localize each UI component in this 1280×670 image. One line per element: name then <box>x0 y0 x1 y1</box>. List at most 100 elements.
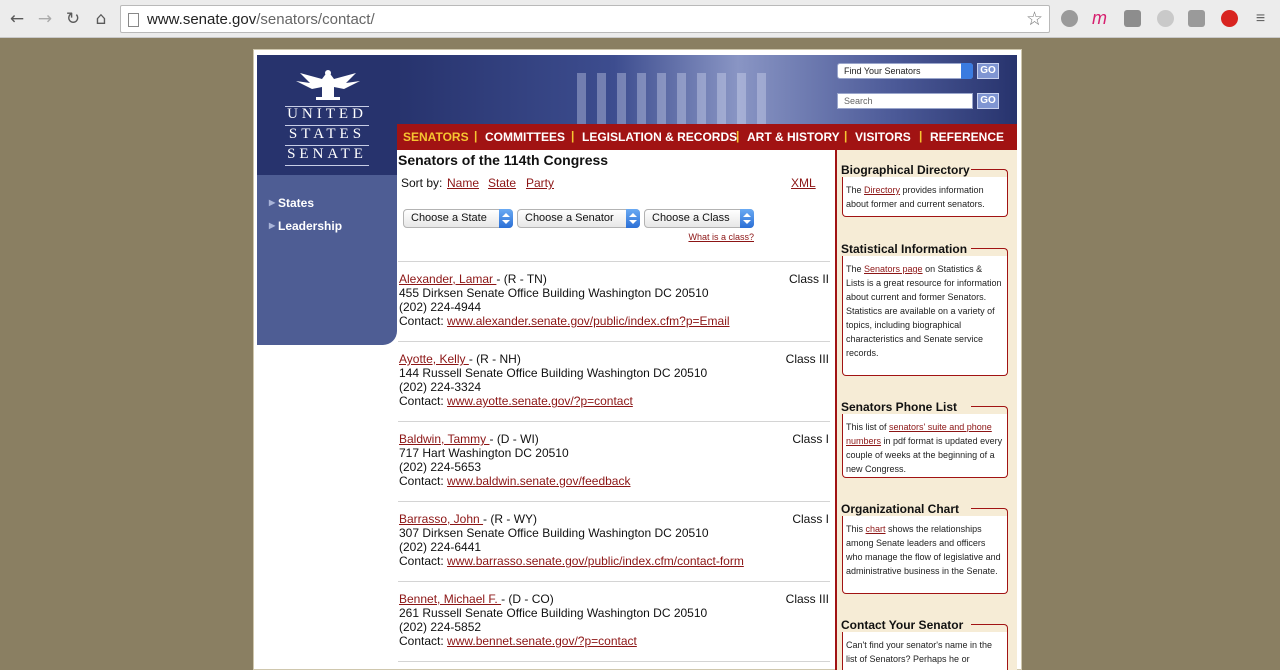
select-arrow-icon <box>626 209 640 228</box>
senator-phone: (202) 224-3324 <box>399 380 482 394</box>
extension-m-grey-icon[interactable] <box>1157 10 1174 27</box>
logo-united: UNITED <box>287 106 367 122</box>
senator-name-link[interactable]: Bennet, Michael F. <box>399 592 501 606</box>
triangle-icon: ▶ <box>269 198 276 207</box>
senator-party-state: - (D - WI) <box>489 432 539 446</box>
senator-contact-link[interactable]: www.bennet.senate.gov/?p=contact <box>447 634 637 648</box>
menu-art-history[interactable]: ART & HISTORY <box>747 130 840 144</box>
contact-label: Contact: <box>399 394 448 408</box>
senator-entry: Baldwin, Tammy - (D - WI) Class I 717 Har… <box>399 432 829 488</box>
menu-reference[interactable]: REFERENCE <box>930 130 1004 144</box>
senate-logo[interactable]: UNITED STATES SENATE <box>257 55 397 175</box>
menu-senators[interactable]: SENATORS <box>403 130 469 144</box>
main-menu: SENATORS | COMMITTEES | LEGISLATION & RE… <box>397 124 1017 150</box>
bio-directory-box: The Directory provides information about… <box>842 169 1008 217</box>
directory-link[interactable]: Directory <box>864 185 900 195</box>
column-decoration <box>757 73 766 124</box>
bookmark-star-icon[interactable]: ☆ <box>1026 8 1043 30</box>
xml-link[interactable]: XML <box>791 176 816 190</box>
menu-committees[interactable]: COMMITTEES <box>485 130 565 144</box>
senator-phone: (202) 224-5852 <box>399 620 482 634</box>
extension-opera-icon[interactable] <box>1221 10 1238 27</box>
eagle-seal-icon <box>296 70 360 100</box>
org-chart-box: This chart shows the relationships among… <box>842 508 1008 594</box>
extension-m-icon[interactable]: m <box>1091 9 1108 27</box>
contact-senator-box: Can't find your senator's name in the li… <box>842 624 1008 670</box>
senator-entry: Alexander, Lamar - (R - TN) Class II 455 … <box>399 272 829 328</box>
sidebar-item-states[interactable]: ▶ States <box>269 196 314 210</box>
sidebar-item-leadership[interactable]: ▶ Leadership <box>269 219 342 233</box>
select-arrow-icon <box>961 63 973 79</box>
choose-senator-label: Choose a Senator <box>525 212 614 224</box>
senator-name-link[interactable]: Baldwin, Tammy <box>399 432 489 446</box>
senator-entry: Barrasso, John - (R - WY) Class I 307 Dir… <box>399 512 829 568</box>
reload-icon[interactable]: ↻ <box>63 9 83 29</box>
senator-name-link[interactable]: Ayotte, Kelly <box>399 352 469 366</box>
senator-contact-link[interactable]: www.alexander.senate.gov/public/index.cf… <box>447 314 730 328</box>
chart-link[interactable]: chart <box>866 524 886 534</box>
search-go-button[interactable]: GO <box>977 93 999 109</box>
extension-square-icon[interactable] <box>1124 10 1141 27</box>
divider <box>398 421 830 422</box>
divider <box>398 261 830 262</box>
statistical-info-box: The Senators page on Statistics & Lists … <box>842 248 1008 376</box>
forward-icon[interactable]: → <box>35 9 55 29</box>
stats-text-pre: The <box>846 264 865 274</box>
extension-s-icon[interactable] <box>1188 10 1205 27</box>
find-go-button[interactable]: GO <box>977 63 999 79</box>
senator-address: 307 Dirksen Senate Office Building Washi… <box>399 526 709 540</box>
column-decoration <box>697 73 706 124</box>
senator-party-state: - (R - WY) <box>483 512 538 526</box>
org-text-pre: This <box>846 524 866 534</box>
what-is-class-link[interactable]: What is a class? <box>688 232 754 242</box>
senator-name-link[interactable]: Alexander, Lamar <box>399 272 496 286</box>
logo-states: STATES <box>288 126 366 142</box>
menu-separator: | <box>844 129 848 143</box>
sort-by-party-link[interactable]: Party <box>526 176 554 190</box>
divider <box>398 581 830 582</box>
divider <box>398 341 830 342</box>
sort-by-label: Sort by: <box>401 176 443 190</box>
senator-name-link[interactable]: Barrasso, John <box>399 512 483 526</box>
senator-entry: Ayotte, Kelly - (R - NH) Class III 144 Ru… <box>399 352 829 408</box>
senator-contact-link[interactable]: www.ayotte.senate.gov/?p=contact <box>447 394 633 408</box>
choose-state-select[interactable]: Choose a State <box>403 209 513 228</box>
column-decoration <box>597 73 606 124</box>
menu-legislation-records[interactable]: LEGISLATION & RECORDS <box>582 130 737 144</box>
menu-separator: | <box>736 129 740 143</box>
senator-address: 717 Hart Washington DC 20510 <box>399 446 569 460</box>
url-path: /senators/contact/ <box>256 11 375 28</box>
column-decoration <box>737 73 746 124</box>
senator-contact-link[interactable]: www.barrasso.senate.gov/public/index.cfm… <box>447 554 744 568</box>
column-decoration <box>657 73 666 124</box>
contact-label: Contact: <box>399 474 448 488</box>
triangle-icon: ▶ <box>269 221 276 230</box>
choose-senator-select[interactable]: Choose a Senator <box>517 209 640 228</box>
capitol-banner: Find Your Senators GO Search GO <box>397 55 1017 124</box>
senators-page-link[interactable]: Senators page <box>864 264 923 274</box>
choose-class-select[interactable]: Choose a Class <box>644 209 754 228</box>
senator-party-state: - (D - CO) <box>501 592 554 606</box>
senator-address: 144 Russell Senate Office Building Washi… <box>399 366 708 380</box>
column-decoration <box>637 73 646 124</box>
org-chart-title: Organizational Chart <box>841 502 960 516</box>
menu-visitors[interactable]: VISITORS <box>855 130 911 144</box>
menu-separator: | <box>474 129 478 143</box>
contact-senator-title: Contact Your Senator <box>841 618 964 632</box>
column-decoration <box>577 73 586 124</box>
senator-class: Class I <box>792 512 829 526</box>
sidebar-item-label: Leadership <box>278 219 343 233</box>
logo-rule <box>285 165 369 166</box>
bio-directory-title: Biographical Directory <box>841 163 970 177</box>
address-bar[interactable]: www.senate.gov/senators/contact/ ☆ <box>120 5 1050 33</box>
sort-by-state-link[interactable]: State <box>488 176 516 190</box>
extension-chat-icon[interactable] <box>1061 10 1078 27</box>
contact-label: Contact: <box>399 634 448 648</box>
back-icon[interactable]: ← <box>7 9 27 29</box>
search-input[interactable]: Search <box>837 93 973 109</box>
find-senators-select[interactable]: Find Your Senators <box>837 63 973 79</box>
senator-contact-link[interactable]: www.baldwin.senate.gov/feedback <box>447 474 630 488</box>
sort-by-name-link[interactable]: Name <box>447 176 479 190</box>
home-icon[interactable]: ⌂ <box>91 9 111 29</box>
menu-icon[interactable]: ≡ <box>1252 10 1269 27</box>
